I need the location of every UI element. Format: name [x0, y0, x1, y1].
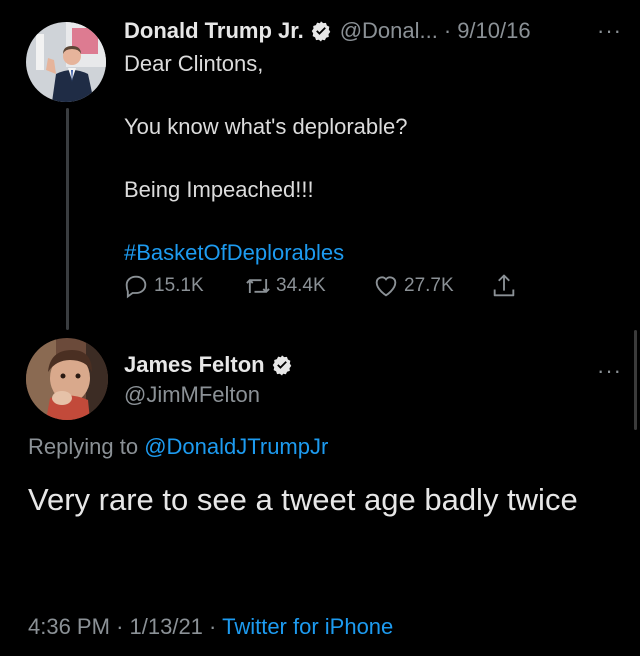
author-handle[interactable]: @JimMFelton	[124, 380, 260, 410]
main-tweet-text: Very rare to see a tweet age badly twice	[28, 482, 578, 517]
separator: ·	[209, 614, 217, 639]
author-name[interactable]: Donald Trump Jr.	[124, 16, 304, 46]
parent-tweet-text: Dear Clintons, You know what's deplorabl…	[124, 48, 604, 269]
tweet-actions: 15.1K 34.4K 27.7K	[122, 272, 522, 300]
reply-count: 15.1K	[154, 275, 204, 296]
separator: ·	[116, 614, 124, 639]
like-icon	[375, 276, 397, 297]
more-icon[interactable]: ···	[597, 358, 622, 384]
avatar[interactable]	[26, 338, 108, 420]
thread-connector	[66, 108, 69, 330]
separator: ·	[443, 18, 452, 43]
replying-to: Replying to @DonaldJTrumpJr	[28, 432, 328, 462]
verified-badge-icon	[272, 355, 291, 376]
author-handle[interactable]: @Donal...	[340, 16, 438, 46]
reply-button[interactable]: 15.1K	[122, 272, 244, 300]
more-icon[interactable]: ···	[597, 20, 622, 42]
retweet-count: 34.4K	[276, 275, 326, 296]
source-link[interactable]: Twitter for iPhone	[222, 614, 393, 639]
avatar-image	[26, 338, 108, 420]
avatar-image	[26, 22, 106, 102]
share-icon	[493, 274, 515, 297]
reply-icon	[125, 275, 147, 299]
retweet-icon	[246, 279, 270, 293]
replying-prefix: Replying to	[28, 434, 139, 459]
verified-badge-icon	[311, 21, 330, 42]
tweet-thread: Donald Trump Jr. @Donal... · 9/10/16 ···…	[0, 0, 640, 656]
tweet-line: You know what's deplorable?	[124, 114, 408, 139]
parent-tweet-header: Donald Trump Jr. @Donal... · 9/10/16 ···	[124, 16, 640, 46]
share-button[interactable]	[490, 272, 522, 300]
avatar[interactable]	[26, 22, 106, 102]
tweet-date[interactable]: 1/13/21	[130, 614, 203, 639]
hashtag-link[interactable]: #BasketOfDeplorables	[124, 237, 604, 269]
retweet-button[interactable]: 34.4K	[244, 272, 372, 300]
mention-link[interactable]: @DonaldJTrumpJr	[144, 434, 328, 459]
author-name[interactable]: James Felton	[124, 350, 265, 380]
tweet-line: Being Impeached!!!	[124, 177, 314, 202]
tweet-time[interactable]: 4:36 PM	[28, 614, 110, 639]
like-button[interactable]: 27.7K	[372, 272, 490, 300]
like-count: 27.7K	[404, 275, 454, 296]
scrollbar[interactable]	[634, 330, 637, 430]
tweet-footer: 4:36 PM · 1/13/21 · Twitter for iPhone	[28, 612, 393, 642]
tweet-line: Dear Clintons,	[124, 51, 264, 76]
tweet-date[interactable]: 9/10/16	[457, 16, 530, 46]
main-tweet-header: James Felton	[124, 350, 301, 380]
